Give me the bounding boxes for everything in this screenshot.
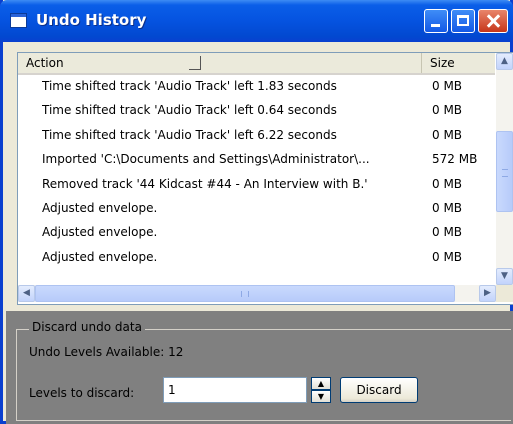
list-item[interactable]: Imported 'C:\Documents and Settings\Admi… bbox=[18, 148, 495, 172]
list-item[interactable]: Adjusted envelope. 0 MB bbox=[18, 221, 495, 245]
discard-group-label: Discard undo data bbox=[29, 320, 145, 334]
size-cell: 0 MB bbox=[432, 200, 463, 215]
action-cell: Time shifted track 'Audio Track' left 0.… bbox=[42, 103, 337, 118]
close-button[interactable] bbox=[478, 9, 508, 33]
action-cell: Imported 'C:\Documents and Settings\Admi… bbox=[42, 152, 370, 167]
levels-to-discard-label: Levels to discard: bbox=[29, 386, 135, 400]
column-header-size[interactable]: Size bbox=[422, 53, 495, 73]
action-cell: Adjusted envelope. bbox=[42, 200, 158, 215]
discard-panel: Discard undo data Undo Levels Available:… bbox=[6, 311, 513, 424]
scroll-up-icon[interactable]: ▲ bbox=[496, 53, 513, 70]
list-header: Action Size bbox=[18, 53, 495, 75]
scroll-left-icon[interactable]: ◀ bbox=[18, 285, 35, 302]
levels-to-discard-input[interactable]: 1 bbox=[163, 377, 307, 403]
column-resize-handle[interactable] bbox=[189, 56, 201, 70]
undo-history-list[interactable]: Action Size Time shifted track 'Audio Tr… bbox=[17, 52, 513, 305]
list-item[interactable]: Time shifted track 'Audio Track' left 6.… bbox=[18, 124, 495, 148]
list-item[interactable]: Time shifted track 'Audio Track' left 1.… bbox=[18, 75, 495, 99]
size-cell: 0 MB bbox=[432, 176, 463, 191]
spin-down-icon[interactable]: ▼ bbox=[311, 390, 331, 403]
scrollbar-corner bbox=[496, 285, 513, 302]
size-cell: 0 MB bbox=[432, 127, 463, 142]
column-header-action[interactable]: Action bbox=[18, 53, 422, 73]
app-window-icon bbox=[10, 13, 27, 28]
vertical-scroll-thumb[interactable] bbox=[496, 131, 513, 212]
undo-history-window: Undo History Action Size Time shifted tr… bbox=[0, 0, 513, 424]
horizontal-scroll-thumb[interactable] bbox=[35, 285, 455, 302]
horizontal-scrollbar[interactable]: ◀ ▶ bbox=[18, 285, 496, 302]
spin-up-icon[interactable]: ▲ bbox=[311, 377, 331, 390]
action-cell: Time shifted track 'Audio Track' left 6.… bbox=[42, 127, 337, 142]
action-cell: Removed track '44 Kidcast #44 - An Inter… bbox=[42, 176, 368, 191]
size-cell: 0 MB bbox=[432, 79, 463, 93]
action-cell: Adjusted envelope. bbox=[42, 249, 158, 264]
minimize-button[interactable] bbox=[424, 9, 448, 33]
size-cell: 0 MB bbox=[432, 225, 463, 240]
discard-groupbox bbox=[16, 329, 511, 421]
vertical-scrollbar[interactable]: ▲ ▼ bbox=[496, 53, 513, 285]
action-cell: Adjusted envelope. bbox=[42, 225, 158, 240]
action-cell: Time shifted track 'Audio Track' left 1.… bbox=[42, 79, 337, 93]
levels-spinner: ▲ ▼ bbox=[311, 377, 331, 403]
scroll-right-icon[interactable]: ▶ bbox=[479, 285, 496, 302]
list-item[interactable]: Adjusted envelope. 0 MB bbox=[18, 246, 495, 270]
size-cell: 572 MB bbox=[432, 152, 478, 167]
size-cell: 0 MB bbox=[432, 103, 463, 118]
title-bar[interactable]: Undo History bbox=[0, 0, 513, 42]
list-rows: Time shifted track 'Audio Track' left 1.… bbox=[18, 75, 495, 270]
window-title: Undo History bbox=[36, 11, 147, 29]
list-item[interactable]: Adjusted envelope. 0 MB bbox=[18, 197, 495, 221]
scroll-down-icon[interactable]: ▼ bbox=[496, 268, 513, 285]
undo-levels-available: Undo Levels Available: 12 bbox=[29, 345, 184, 359]
list-item[interactable]: Time shifted track 'Audio Track' left 0.… bbox=[18, 99, 495, 123]
maximize-button[interactable] bbox=[451, 9, 475, 33]
discard-button[interactable]: Discard bbox=[340, 377, 418, 403]
size-cell: 0 MB bbox=[432, 249, 463, 264]
list-item[interactable]: Removed track '44 Kidcast #44 - An Inter… bbox=[18, 173, 495, 197]
